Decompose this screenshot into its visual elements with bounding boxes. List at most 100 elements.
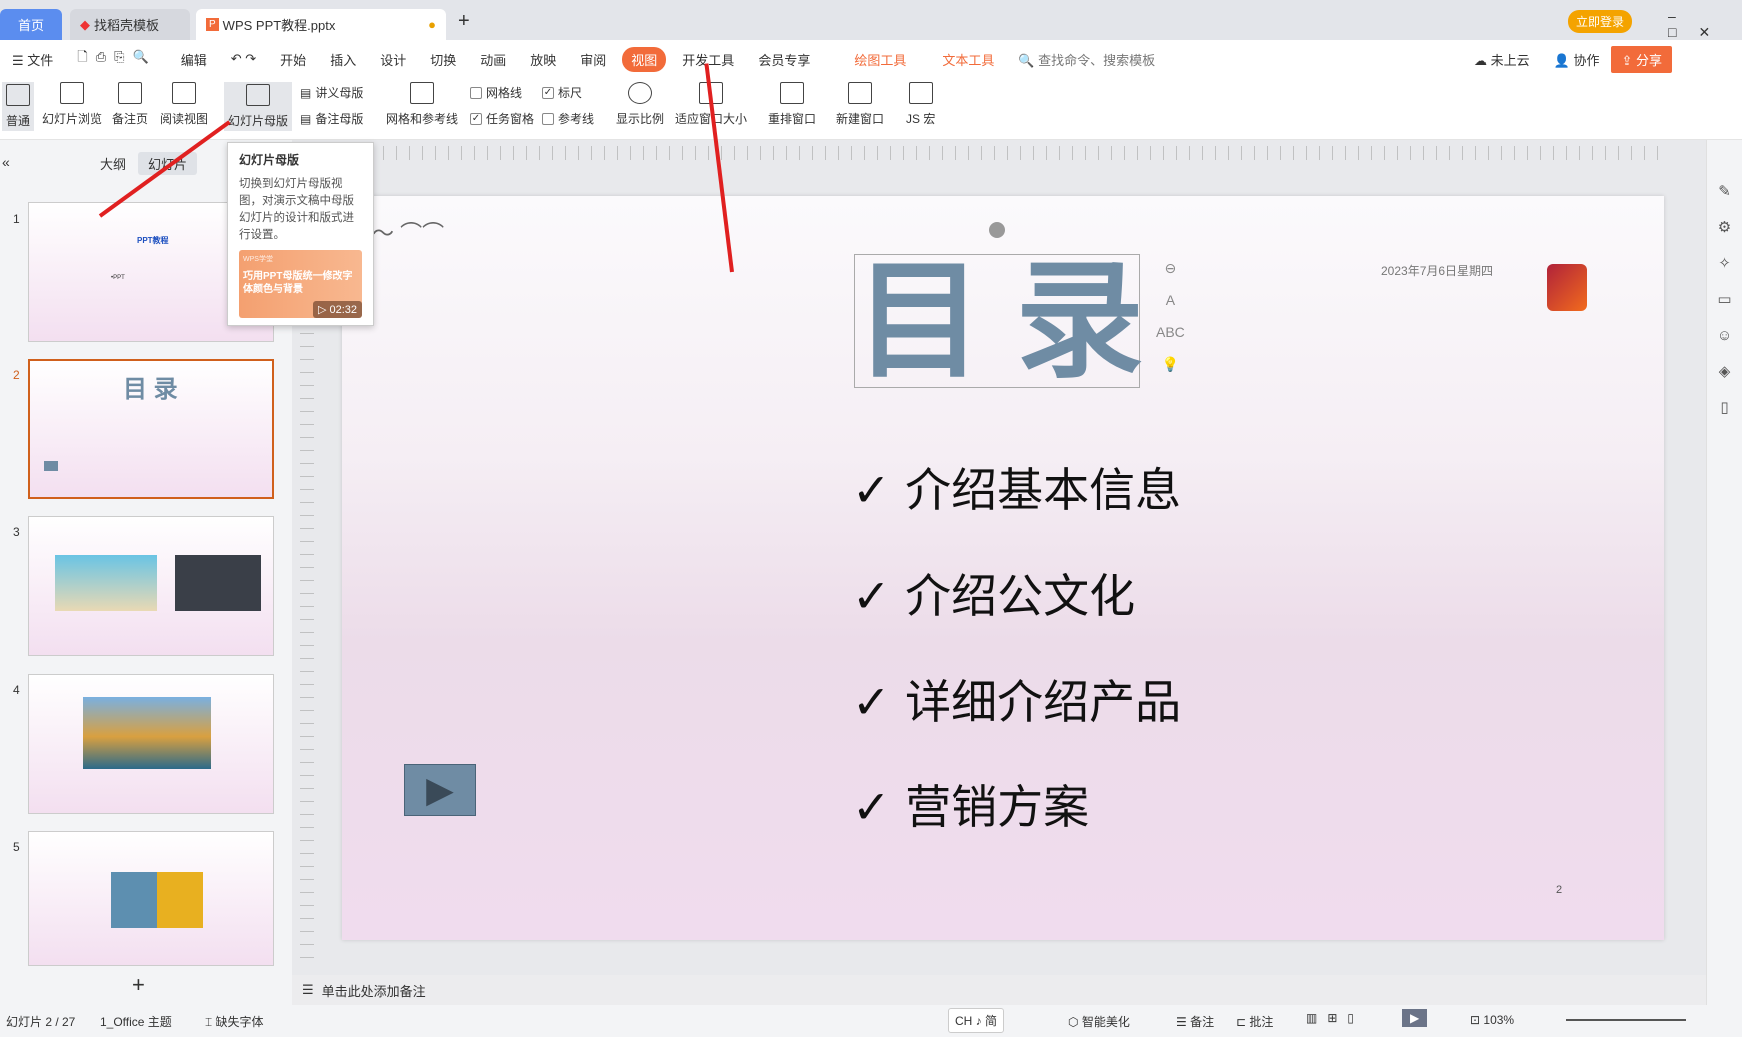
notes-master-icon: ▤ bbox=[300, 111, 312, 126]
book-icon bbox=[172, 82, 196, 104]
thumb-title: 目 录 bbox=[123, 376, 178, 403]
reading-view-button[interactable]: 阅读视图 bbox=[160, 82, 208, 127]
ruler-checkbox[interactable]: ✓ 标尺 bbox=[542, 84, 582, 101]
outline-tab[interactable]: 大纲 bbox=[100, 154, 126, 173]
share-button[interactable]: ⇪ 分享 bbox=[1611, 45, 1672, 73]
page-icon bbox=[118, 82, 142, 104]
notes-page-button[interactable]: 备注页 bbox=[112, 82, 148, 127]
view-mode-buttons[interactable]: ▥⊞▯ bbox=[1306, 1011, 1364, 1025]
photo-grid-image bbox=[111, 872, 203, 928]
login-button[interactable]: 立即登录 bbox=[1568, 10, 1633, 33]
beautify-button[interactable]: ⬡ 智能美化 bbox=[1068, 1013, 1130, 1030]
slide-title: 目 录 bbox=[855, 247, 1144, 396]
video-duration: ▷ 02:32 bbox=[312, 301, 362, 318]
zoom-button[interactable]: 显示比例 bbox=[616, 82, 664, 127]
slide-number: 5 bbox=[13, 840, 20, 854]
collab-button[interactable]: 👤 协作 bbox=[1542, 50, 1612, 69]
task-pane-checkbox[interactable]: ✓ 任务窗格 bbox=[470, 110, 534, 127]
list-item: ✓ 介绍公文化 bbox=[852, 569, 1136, 623]
file-menu[interactable]: ☰ 文件 bbox=[0, 50, 65, 69]
birds-decoration: 〜 ⌒⌒ bbox=[372, 221, 445, 246]
slide-counter: 幻灯片 2 / 27 bbox=[6, 1015, 76, 1029]
video-brand: WPS学堂 bbox=[243, 256, 273, 263]
arrange-icon bbox=[780, 82, 804, 104]
guides-checkbox[interactable]: 参考线 bbox=[542, 110, 594, 127]
new-window-icon bbox=[848, 82, 872, 104]
tooltip-body: 切换到幻灯片母版视图，对演示文稿中母版幻灯片的设计和版式进行设置。 bbox=[239, 178, 354, 241]
slide-thumbnail-5[interactable] bbox=[28, 831, 274, 966]
notes-pane[interactable]: ☰ 单击此处添加备注 bbox=[292, 975, 1706, 1005]
menu-view[interactable]: 视图 bbox=[622, 46, 667, 72]
tab-home[interactable]: 首页 bbox=[0, 9, 62, 40]
ppt-icon: P bbox=[206, 18, 219, 31]
list-item: ✓ 详细介绍产品 bbox=[852, 675, 1182, 729]
tutorial-video-card[interactable]: WPS学堂 巧用PPT母版统一修改字体颜色与背景 ▷ 02:32 bbox=[239, 250, 362, 318]
ime-indicator[interactable]: CH ♪ 简 bbox=[948, 1008, 1005, 1033]
menu-animation[interactable]: 动画 bbox=[468, 50, 518, 69]
list-item: ✓ 介绍基本信息 bbox=[852, 463, 1182, 517]
new-tab-button[interactable]: + bbox=[458, 10, 470, 33]
list-item: ✓ 营销方案 bbox=[852, 780, 1090, 834]
undo-icon[interactable]: ↶ ↷ bbox=[219, 51, 268, 67]
menu-drawing-tools[interactable]: 绘图工具 bbox=[842, 50, 918, 69]
edit-menu[interactable]: 编辑 bbox=[169, 50, 219, 69]
slide-sorter-button[interactable]: 幻灯片浏览 bbox=[42, 82, 102, 127]
cloud-button[interactable]: ☁ 未上云 bbox=[1462, 50, 1542, 69]
notes-master-button[interactable]: ▤ 备注母版 bbox=[300, 110, 363, 127]
menu-review[interactable]: 审阅 bbox=[568, 50, 618, 69]
menu-start[interactable]: 开始 bbox=[268, 50, 318, 69]
tab-document[interactable]: P WPS PPT教程.pptx ● bbox=[196, 9, 446, 40]
slide-number: 4 bbox=[13, 683, 20, 697]
handout-master-button[interactable]: ▤ 讲义母版 bbox=[300, 84, 363, 101]
rotate-handle-icon[interactable] bbox=[989, 222, 1005, 238]
zoom-level[interactable]: ⊡ 103% bbox=[1470, 1013, 1514, 1027]
notes-toggle[interactable]: ☰ 备注 bbox=[1176, 1013, 1214, 1030]
menu-design[interactable]: 设计 bbox=[368, 50, 418, 69]
slideshow-play-button[interactable]: ▶ bbox=[1402, 1009, 1428, 1027]
menu-slideshow[interactable]: 放映 bbox=[518, 50, 568, 69]
add-slide-button[interactable]: + bbox=[132, 972, 145, 998]
title-textbox[interactable]: 目 录 bbox=[854, 247, 1144, 396]
zoom-slider[interactable] bbox=[1566, 1019, 1686, 1021]
right-tool-icons[interactable]: ✎ ⚙ ✧ ▭ ☺ ◈ ▯ bbox=[1707, 140, 1742, 426]
lake-image bbox=[83, 697, 211, 769]
theme-name[interactable]: 1_Office 主题 bbox=[100, 1013, 172, 1030]
tab-label: WPS PPT教程.pptx bbox=[222, 18, 336, 33]
video-title: 巧用PPT母版统一修改字体颜色与背景 bbox=[243, 271, 353, 295]
unsaved-dot-icon: ● bbox=[428, 17, 436, 32]
slide-thumbnail-3[interactable] bbox=[28, 516, 274, 656]
menu-insert[interactable]: 插入 bbox=[318, 50, 368, 69]
new-window-button[interactable]: 新建窗口 bbox=[836, 82, 884, 127]
slide-thumbnail-2[interactable]: 目 录 bbox=[28, 359, 274, 499]
grid-guides-button[interactable]: 网格和参考线 bbox=[386, 82, 458, 127]
slide-master-tooltip: 幻灯片母版 切换到幻灯片母版视图，对演示文稿中母版幻灯片的设计和版式进行设置。 … bbox=[227, 142, 374, 326]
page-number: 2 bbox=[1556, 884, 1563, 896]
textbox-quick-tools[interactable]: ⊖ A ABC 💡 bbox=[1156, 260, 1185, 372]
window-controls[interactable]: –□✕ bbox=[1668, 8, 1742, 41]
gridlines-checkbox[interactable]: 网格线 bbox=[470, 84, 522, 101]
js-macro-button[interactable]: JS 宏 bbox=[906, 82, 935, 127]
normal-view-icon bbox=[6, 84, 30, 106]
thumb-title: PPT教程 bbox=[137, 236, 169, 245]
tab-templates[interactable]: ◆ 找稻壳模板 bbox=[70, 9, 190, 40]
slide-date: 2023年7月6日星期四 bbox=[1381, 264, 1494, 278]
slide-thumbnail-4[interactable] bbox=[28, 674, 274, 814]
menu-bar: ☰ 文件 🗋⎙⎘🔍 编辑 ↶ ↷ 开始 插入 设计 切换 动画 放映 审阅 视图… bbox=[0, 40, 1742, 78]
menu-member[interactable]: 会员专享 bbox=[746, 50, 822, 69]
slide-2[interactable]: 〜 ⌒⌒ 目 录 ⊖ A ABC 💡 2023年7月6日星期四 ✓ 介绍基本信息 ✓ … bbox=[342, 196, 1664, 940]
arrange-windows-button[interactable]: 重排窗口 bbox=[768, 82, 816, 127]
collapse-panel-icon[interactable]: « bbox=[2, 154, 10, 170]
search-input[interactable]: 🔍 查找命令、搜索模板 bbox=[1006, 50, 1167, 69]
title-bar: 首页 ◆ 找稻壳模板 P WPS PPT教程.pptx ● + 立即登录 –□✕ bbox=[0, 0, 1742, 40]
normal-view-button[interactable]: 普通 bbox=[2, 82, 35, 131]
missing-font-button[interactable]: ⌶ 缺失字体 bbox=[205, 1013, 264, 1030]
menu-text-tools[interactable]: 文本工具 bbox=[930, 50, 1006, 69]
menu-transition[interactable]: 切换 bbox=[418, 50, 468, 69]
handout-icon: ▤ bbox=[300, 85, 312, 100]
slide-master-button[interactable]: 幻灯片母版 bbox=[224, 82, 293, 131]
quick-access-icons[interactable]: 🗋⎙⎘🔍 bbox=[65, 48, 168, 70]
tooltip-title: 幻灯片母版 bbox=[239, 153, 300, 167]
play-button-icon[interactable]: ▶ bbox=[404, 764, 476, 816]
tab-label: 找稻壳模板 bbox=[94, 18, 160, 33]
comments-toggle[interactable]: ⊏ 批注 bbox=[1236, 1013, 1273, 1030]
